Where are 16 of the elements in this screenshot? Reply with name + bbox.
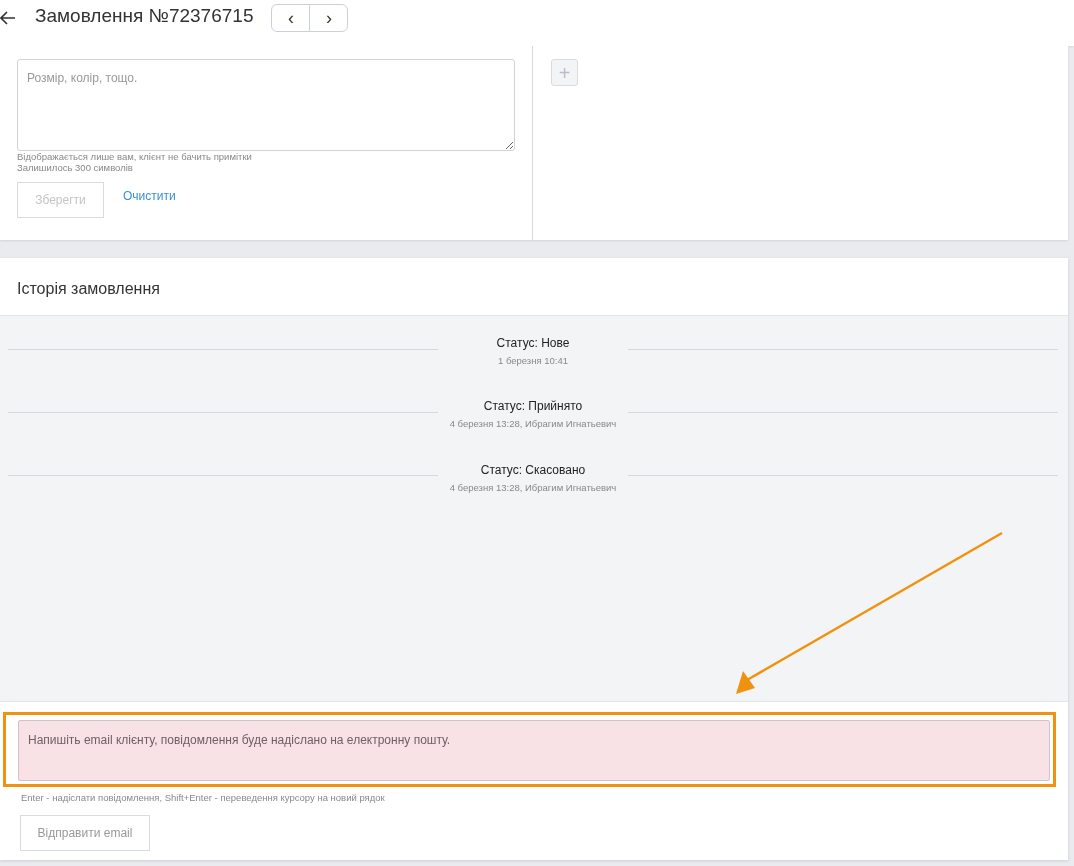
event-meta: 4 березня 13:28, Ибрагим Игнатьевич: [448, 417, 618, 432]
clear-link[interactable]: Очистити: [123, 186, 176, 205]
note-hint: Відображається лише вам, клієнт не бачить примітки: [17, 151, 253, 162]
event-meta: 4 березня 13:28, Ибрагим Игнатьевич: [448, 480, 618, 495]
status-label: Статус: Нове: [495, 335, 571, 352]
email-hint: Enter - надіслати повідомлення, Shift+Enter - переведення курсору на новий рядок: [21, 791, 386, 805]
note-input-field[interactable]: Розмір, колір, тощо.: [17, 59, 515, 151]
event-meta: 1 березня 10:41: [496, 354, 570, 368]
previous-button[interactable]: ‹: [271, 4, 311, 32]
back-arrow-icon[interactable]: [0, 11, 16, 25]
email-input-field[interactable]: Напишіть email клієнту, повідомлення буде надіслано на електронну пошту.: [18, 720, 1050, 781]
page-title: Замовлення №72376715: [35, 4, 254, 27]
character-counter: Залишилось 300 символів: [17, 162, 134, 173]
status-label: Статус: Скасовано: [479, 461, 587, 479]
next-button[interactable]: ›: [309, 4, 349, 32]
status-label: Статус: Прийнято: [482, 398, 584, 416]
